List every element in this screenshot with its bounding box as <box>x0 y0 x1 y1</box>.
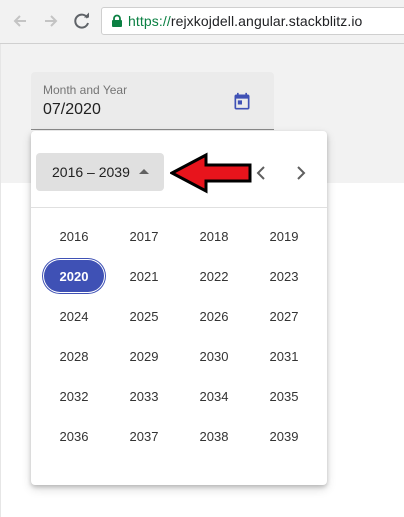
field-label: Month and Year <box>43 83 128 97</box>
red-arrow-icon <box>170 152 252 194</box>
year-cell[interactable]: 2036 <box>44 420 104 452</box>
year-cell[interactable]: 2030 <box>184 340 244 372</box>
year-cell[interactable]: 2038 <box>184 420 244 452</box>
url-scheme: https:// <box>128 13 171 29</box>
year-cell[interactable]: 2039 <box>254 420 314 452</box>
datepicker-toggle-button[interactable] <box>230 90 254 114</box>
year-cell[interactable]: 2022 <box>184 260 244 292</box>
previous-period-button[interactable] <box>251 161 271 185</box>
year-cell[interactable]: 2024 <box>44 300 104 332</box>
year-cell[interactable]: 2016 <box>44 220 104 252</box>
next-period-button[interactable] <box>291 161 311 185</box>
year-cell[interactable]: 2027 <box>254 300 314 332</box>
year-cell[interactable]: 2034 <box>184 380 244 412</box>
month-year-field[interactable]: Month and Year 07/2020 <box>31 72 274 130</box>
arrow-right-icon <box>45 15 58 27</box>
header-divider <box>31 207 327 208</box>
year-cell[interactable]: 2023 <box>254 260 314 292</box>
page-edge <box>0 44 1 517</box>
reload-icon <box>74 12 89 29</box>
year-cell[interactable]: 2029 <box>114 340 174 372</box>
arrow-left-icon <box>13 15 26 27</box>
period-label: 2016 – 2039 <box>52 164 130 180</box>
year-cell[interactable]: 2025 <box>114 300 174 332</box>
year-cell[interactable]: 2037 <box>114 420 174 452</box>
year-cell-selected[interactable]: 2020 <box>44 260 104 292</box>
caret-up-icon <box>139 169 149 174</box>
year-cell[interactable]: 2033 <box>114 380 174 412</box>
month-year-input[interactable]: 07/2020 <box>43 101 101 119</box>
forward-button[interactable] <box>40 10 62 32</box>
reload-button[interactable] <box>71 10 93 32</box>
lock-icon <box>112 14 122 27</box>
year-cell[interactable]: 2026 <box>184 300 244 332</box>
url-text: https://rejxkojdell.angular.stackblitz.i… <box>128 13 362 29</box>
calendar-icon <box>234 92 250 110</box>
year-cell[interactable]: 2035 <box>254 380 314 412</box>
year-cell[interactable]: 2019 <box>254 220 314 252</box>
year-cell[interactable]: 2021 <box>114 260 174 292</box>
year-cell[interactable]: 2018 <box>184 220 244 252</box>
year-cell[interactable]: 2032 <box>44 380 104 412</box>
address-bar[interactable]: https://rejxkojdell.angular.stackblitz.i… <box>101 7 404 35</box>
year-cell[interactable]: 2031 <box>254 340 314 372</box>
back-button[interactable] <box>9 10 31 32</box>
url-host: rejxkojdell.angular.stackblitz.io <box>170 13 363 29</box>
year-cell[interactable]: 2028 <box>44 340 104 372</box>
browser-toolbar: https://rejxkojdell.angular.stackblitz.i… <box>0 0 404 44</box>
chevron-left-icon <box>256 166 265 180</box>
chevron-right-icon <box>297 166 306 180</box>
year-cell[interactable]: 2017 <box>114 220 174 252</box>
period-toggle-button[interactable]: 2016 – 2039 <box>36 153 164 191</box>
